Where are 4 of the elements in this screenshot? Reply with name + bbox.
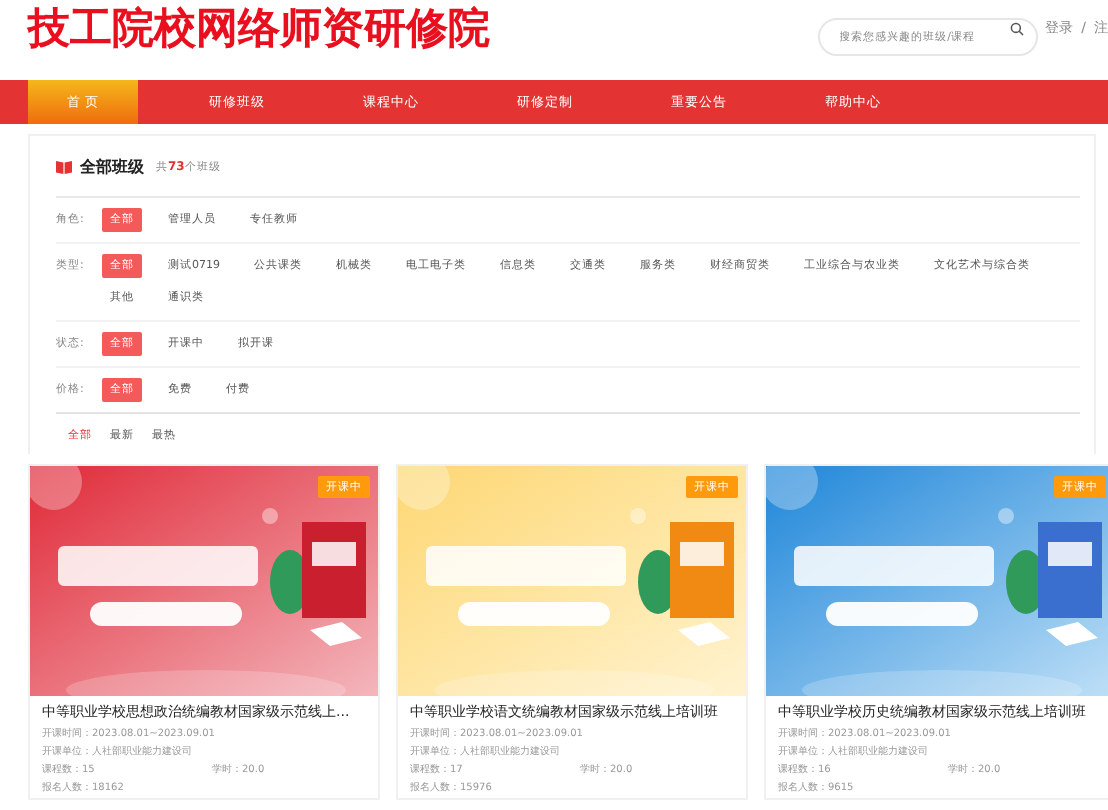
book-icon <box>56 159 72 173</box>
search-icon[interactable] <box>1009 21 1024 35</box>
site-logo[interactable]: 技工院校网络师资研修院 <box>28 0 490 56</box>
section-title: 全部班级 <box>80 155 144 177</box>
